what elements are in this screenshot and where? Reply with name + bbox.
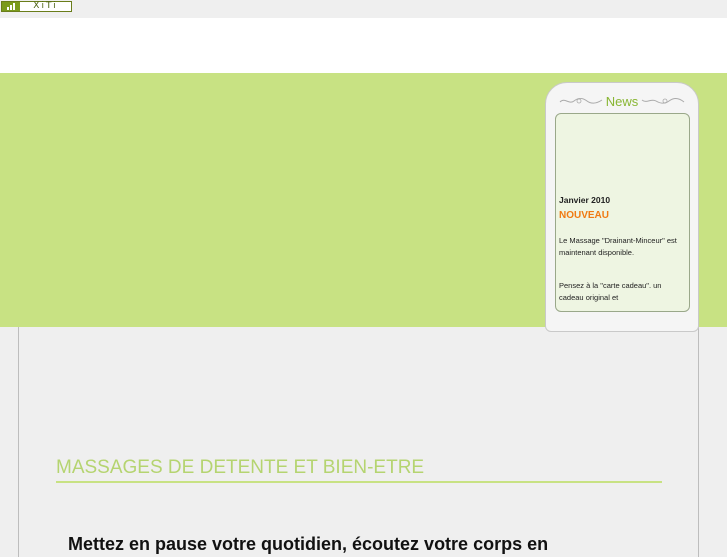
news-content-box: Janvier 2010 NOUVEAU Le Massage "Drainan…: [555, 113, 690, 312]
news-paragraph: Le Massage "Drainant-Minceur" est mainte…: [559, 236, 677, 257]
news-tag: NOUVEAU: [559, 210, 610, 221]
header-band: [0, 18, 727, 73]
heading-divider: [56, 481, 662, 483]
xiti-label: XiTi: [33, 1, 58, 11]
news-panel: News Janvier 2010 NOUVEAU Le Massage "Dr…: [545, 82, 699, 332]
page-heading: MASSAGES DE DETENTE ET BIEN-ETRE: [56, 457, 425, 478]
xiti-counter-badge[interactable]: XiTi: [1, 1, 72, 12]
news-header: News: [546, 91, 698, 111]
right-flourish-icon: [641, 98, 685, 104]
news-title: News: [605, 93, 639, 109]
news-paragraph: Pensez à la "carte cadeau". un cadeau or…: [559, 281, 662, 302]
left-flourish-icon: [559, 97, 603, 104]
intro-text: Mettez en pause votre quotidien, écoutez…: [68, 534, 549, 554]
bar-chart-icon: [2, 2, 20, 11]
news-date: Janvier 2010: [559, 195, 611, 205]
content-frame: [18, 327, 699, 557]
top-bar: XiTi: [0, 0, 727, 18]
